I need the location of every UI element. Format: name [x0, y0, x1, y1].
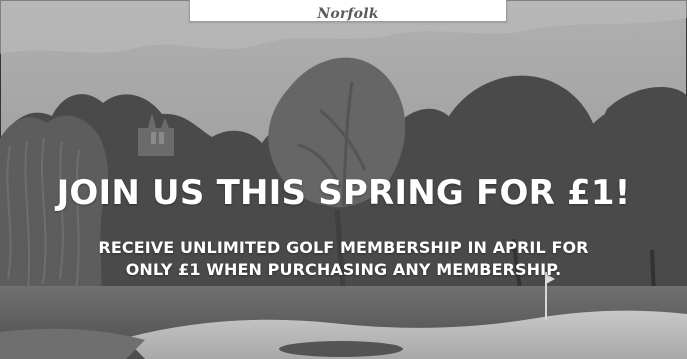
location-text: Norfolk: [317, 6, 379, 22]
promo-headline: JOIN US THIS SPRING FOR £1!: [56, 173, 631, 213]
location-banner: Norfolk: [189, 0, 507, 22]
hero-banner: Norfolk JOIN US THIS SPRING FOR £1! RECE…: [0, 0, 687, 359]
promo-subheadline-line-2: ONLY £1 WHEN PURCHASING ANY MEMBERSHIP.: [125, 260, 562, 279]
promo-subheadline: RECEIVE UNLIMITED GOLF MEMBERSHIP IN APR…: [0, 237, 687, 281]
promo-subheadline-line-1: RECEIVE UNLIMITED GOLF MEMBERSHIP IN APR…: [98, 238, 589, 257]
